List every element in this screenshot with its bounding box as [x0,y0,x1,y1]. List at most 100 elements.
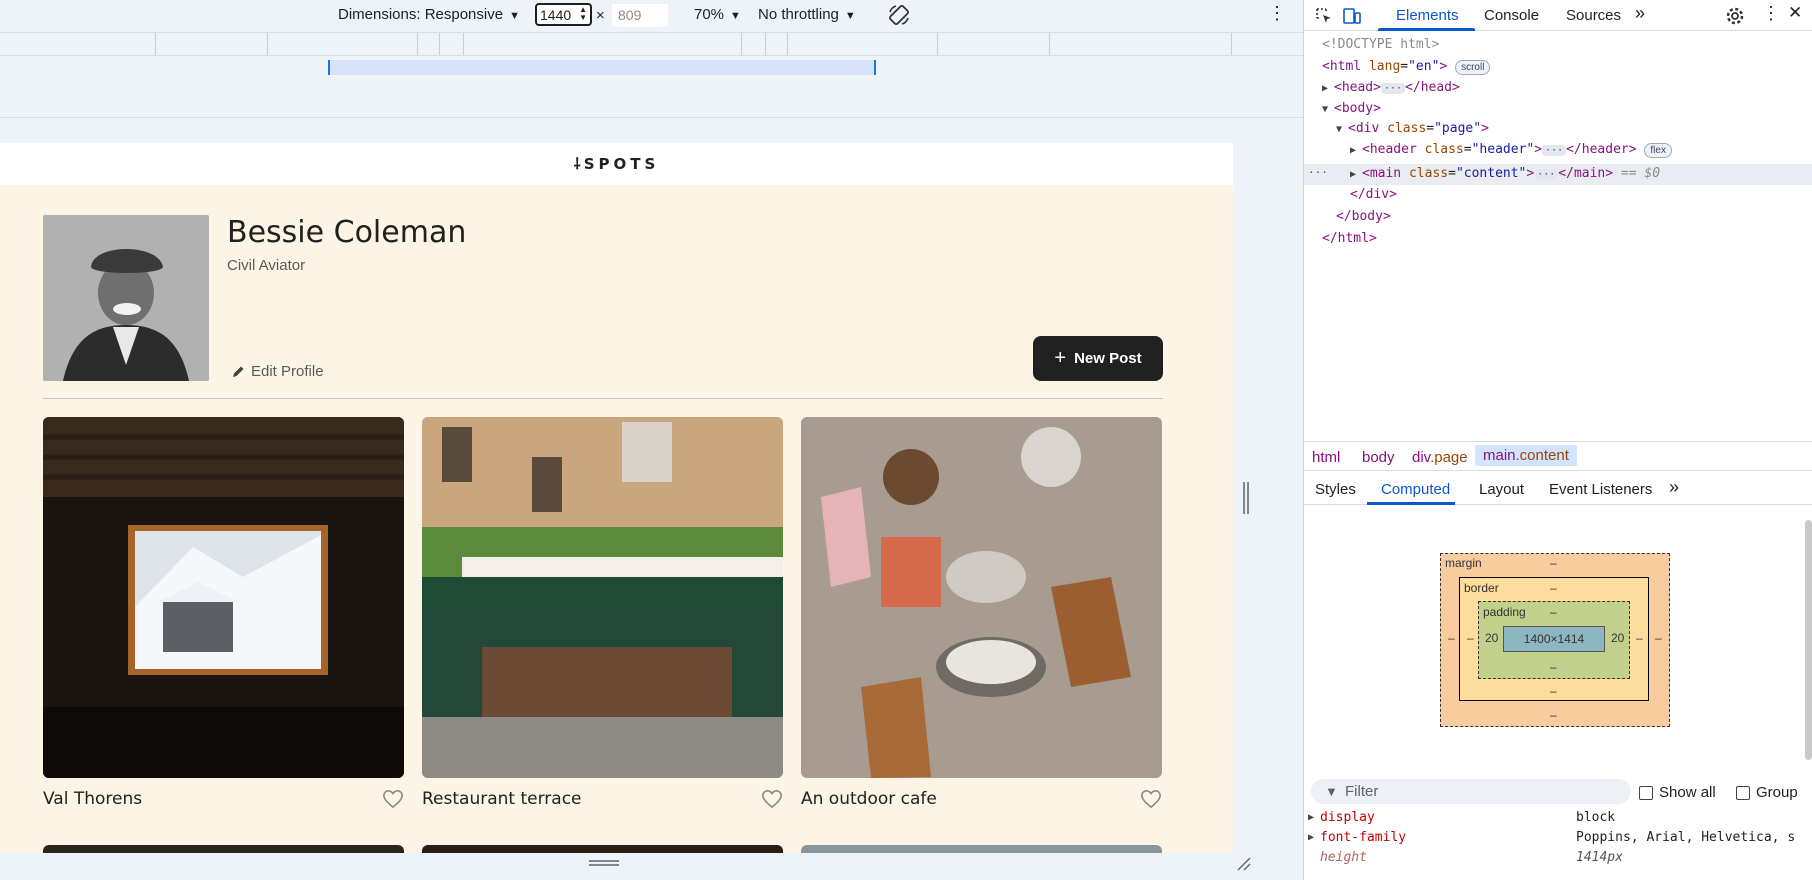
device-toolbar: Dimensions: Responsive ▼ 1440 ▲ ▼ × 809 70… [0,0,1303,31]
computed-property[interactable]: height 1414px [1304,848,1812,868]
more-tabs-icon[interactable]: » [1635,3,1645,24]
more-options-icon[interactable]: ⋮ [1762,3,1780,24]
flex-badge[interactable]: flex [1644,143,1672,158]
dom-close-html[interactable]: </html> [1322,229,1377,249]
tab-styles[interactable]: Styles [1315,481,1356,498]
breadcrumb-html[interactable]: html [1312,449,1340,466]
close-icon[interactable]: ✕ [1788,3,1802,23]
dom-close-body[interactable]: </body> [1336,207,1391,227]
card[interactable]: Restaurant terrace [422,417,783,809]
collapse-triangle-icon[interactable]: ▼ [1322,100,1334,120]
spinner-icon[interactable]: ▲ ▼ [579,6,587,22]
heart-icon[interactable] [761,789,783,809]
tab-computed[interactable]: Computed [1381,481,1450,498]
breadcrumb-main-content[interactable]: main.content [1475,445,1577,466]
heart-icon[interactable] [382,789,404,809]
node-actions-icon[interactable]: ··· [1308,163,1328,183]
crumb-class: .page [1430,449,1468,466]
dom-close-div[interactable]: </div> [1350,185,1397,205]
height-input[interactable]: 809 [612,4,668,27]
group-checkbox[interactable]: Group [1736,784,1798,801]
tag-header: header [1369,142,1417,157]
attr-class-value: "content" [1455,166,1527,181]
checkbox-box[interactable] [1736,785,1750,800]
expand-triangle-icon[interactable]: ▶ [1350,141,1362,161]
tab-event-listeners[interactable]: Event Listeners [1549,481,1652,498]
device-emulation-area: Dimensions: Responsive ▼ 1440 ▲ ▼ × 809 70… [0,0,1303,880]
tab-console[interactable]: Console [1484,7,1539,24]
rotate-icon[interactable] [887,3,911,27]
tag-main: main [1369,166,1402,181]
device-toolbar-icon[interactable] [1342,6,1362,26]
resize-handle-bottom[interactable] [587,858,621,868]
breadcrumb-div-page[interactable]: div.page [1412,449,1468,466]
tag-head-close: head [1420,80,1452,95]
show-all-checkbox[interactable]: Show all [1639,784,1716,801]
more-options-icon[interactable]: ⋮ [1268,3,1286,24]
dom-node-header[interactable]: ▶ <header class="header"> ··· </header> fle… [1350,140,1672,160]
attr-class-value: "page" [1434,121,1482,136]
expand-triangle-icon[interactable]: ▶ [1350,165,1362,185]
dom-node-main[interactable]: ▶ <main class="content"> ··· </main> == $0 [1350,164,1660,184]
dimensions-dropdown[interactable]: Dimensions: Responsive ▼ [338,6,520,23]
edit-profile-button[interactable]: Edit Profile [231,363,324,380]
throttling-dropdown[interactable]: No throttling ▼ [758,6,856,23]
scroll-badge[interactable]: scroll [1455,60,1491,75]
computed-property[interactable]: ▶ font-family Poppins, Arial, Helvetica,… [1304,828,1812,848]
zoom-dropdown[interactable]: 70% ▼ [694,6,741,23]
group-label: Group [1756,784,1798,801]
crumb-class: .content [1515,447,1569,464]
crumb-tag: body [1362,449,1395,466]
card-image[interactable] [801,417,1162,778]
new-post-button[interactable]: + New Post [1033,336,1163,381]
ellipsis-icon[interactable]: ··· [1534,169,1559,180]
spots-logo[interactable]: ⸸ SPOTS [574,154,660,174]
ellipsis-icon[interactable]: ··· [1542,145,1567,156]
card[interactable]: An outdoor cafe [801,417,1162,809]
border-top-value: – [1550,581,1557,595]
box-content[interactable]: 1400×1414 [1503,626,1605,652]
attr-class: class [1408,166,1449,181]
collapse-triangle-icon[interactable]: ▼ [1336,120,1348,140]
expand-triangle-icon[interactable]: ▶ [1322,79,1334,99]
dom-node-head[interactable]: ▶ <head> ··· </head> [1322,78,1460,98]
dom-node-div-page[interactable]: ▼ <div class="page"> [1336,119,1489,139]
attr-class: class [1387,121,1427,136]
media-query-bar[interactable] [328,60,876,75]
gear-icon[interactable] [1725,6,1745,26]
tag-div: div [1355,121,1380,136]
expand-triangle-icon[interactable]: ▶ [1308,828,1314,848]
inspect-element-icon[interactable] [1314,6,1334,26]
resize-handle-right[interactable] [1242,480,1250,516]
dom-doctype[interactable]: <!DOCTYPE html> [1322,35,1439,55]
expand-triangle-icon[interactable]: ▶ [1308,808,1314,828]
tab-layout[interactable]: Layout [1479,481,1524,498]
heart-icon[interactable] [1140,789,1162,809]
checkbox-box[interactable] [1639,785,1653,800]
breadcrumb-body[interactable]: body [1362,449,1395,466]
ellipsis-icon[interactable]: ··· [1380,83,1406,94]
card-image[interactable] [422,417,783,778]
tab-sources[interactable]: Sources [1566,7,1621,24]
active-tab-indicator [1378,28,1475,31]
padding-right-value: 20 [1611,631,1625,645]
resize-corner-handle[interactable] [1236,856,1252,872]
computed-property[interactable]: ▶ display block [1304,808,1812,828]
card[interactable]: Val Thorens [43,417,404,809]
card-image[interactable] [43,417,404,778]
width-input[interactable]: 1440 ▲ ▼ [535,3,592,26]
scrollbar[interactable] [1805,520,1812,760]
dom-node-html[interactable]: <html lang="en"> scroll [1322,57,1491,77]
dom-node-body[interactable]: ▼ <body> [1322,99,1381,119]
tab-elements[interactable]: Elements [1396,7,1459,24]
more-tabs-icon[interactable]: » [1669,477,1679,498]
border-bottom-value: – [1550,684,1557,698]
caret-down-icon: ▼ [844,10,856,22]
card-image-partial[interactable] [801,845,1162,853]
card-image-partial[interactable] [422,845,783,853]
caret-down-icon: ▼ [730,10,741,22]
card-title: Restaurant terrace [422,789,582,809]
card-image-partial[interactable] [43,845,404,853]
crumb-tag: div [1412,449,1431,466]
filter-input[interactable]: ▼ Filter [1311,779,1631,804]
